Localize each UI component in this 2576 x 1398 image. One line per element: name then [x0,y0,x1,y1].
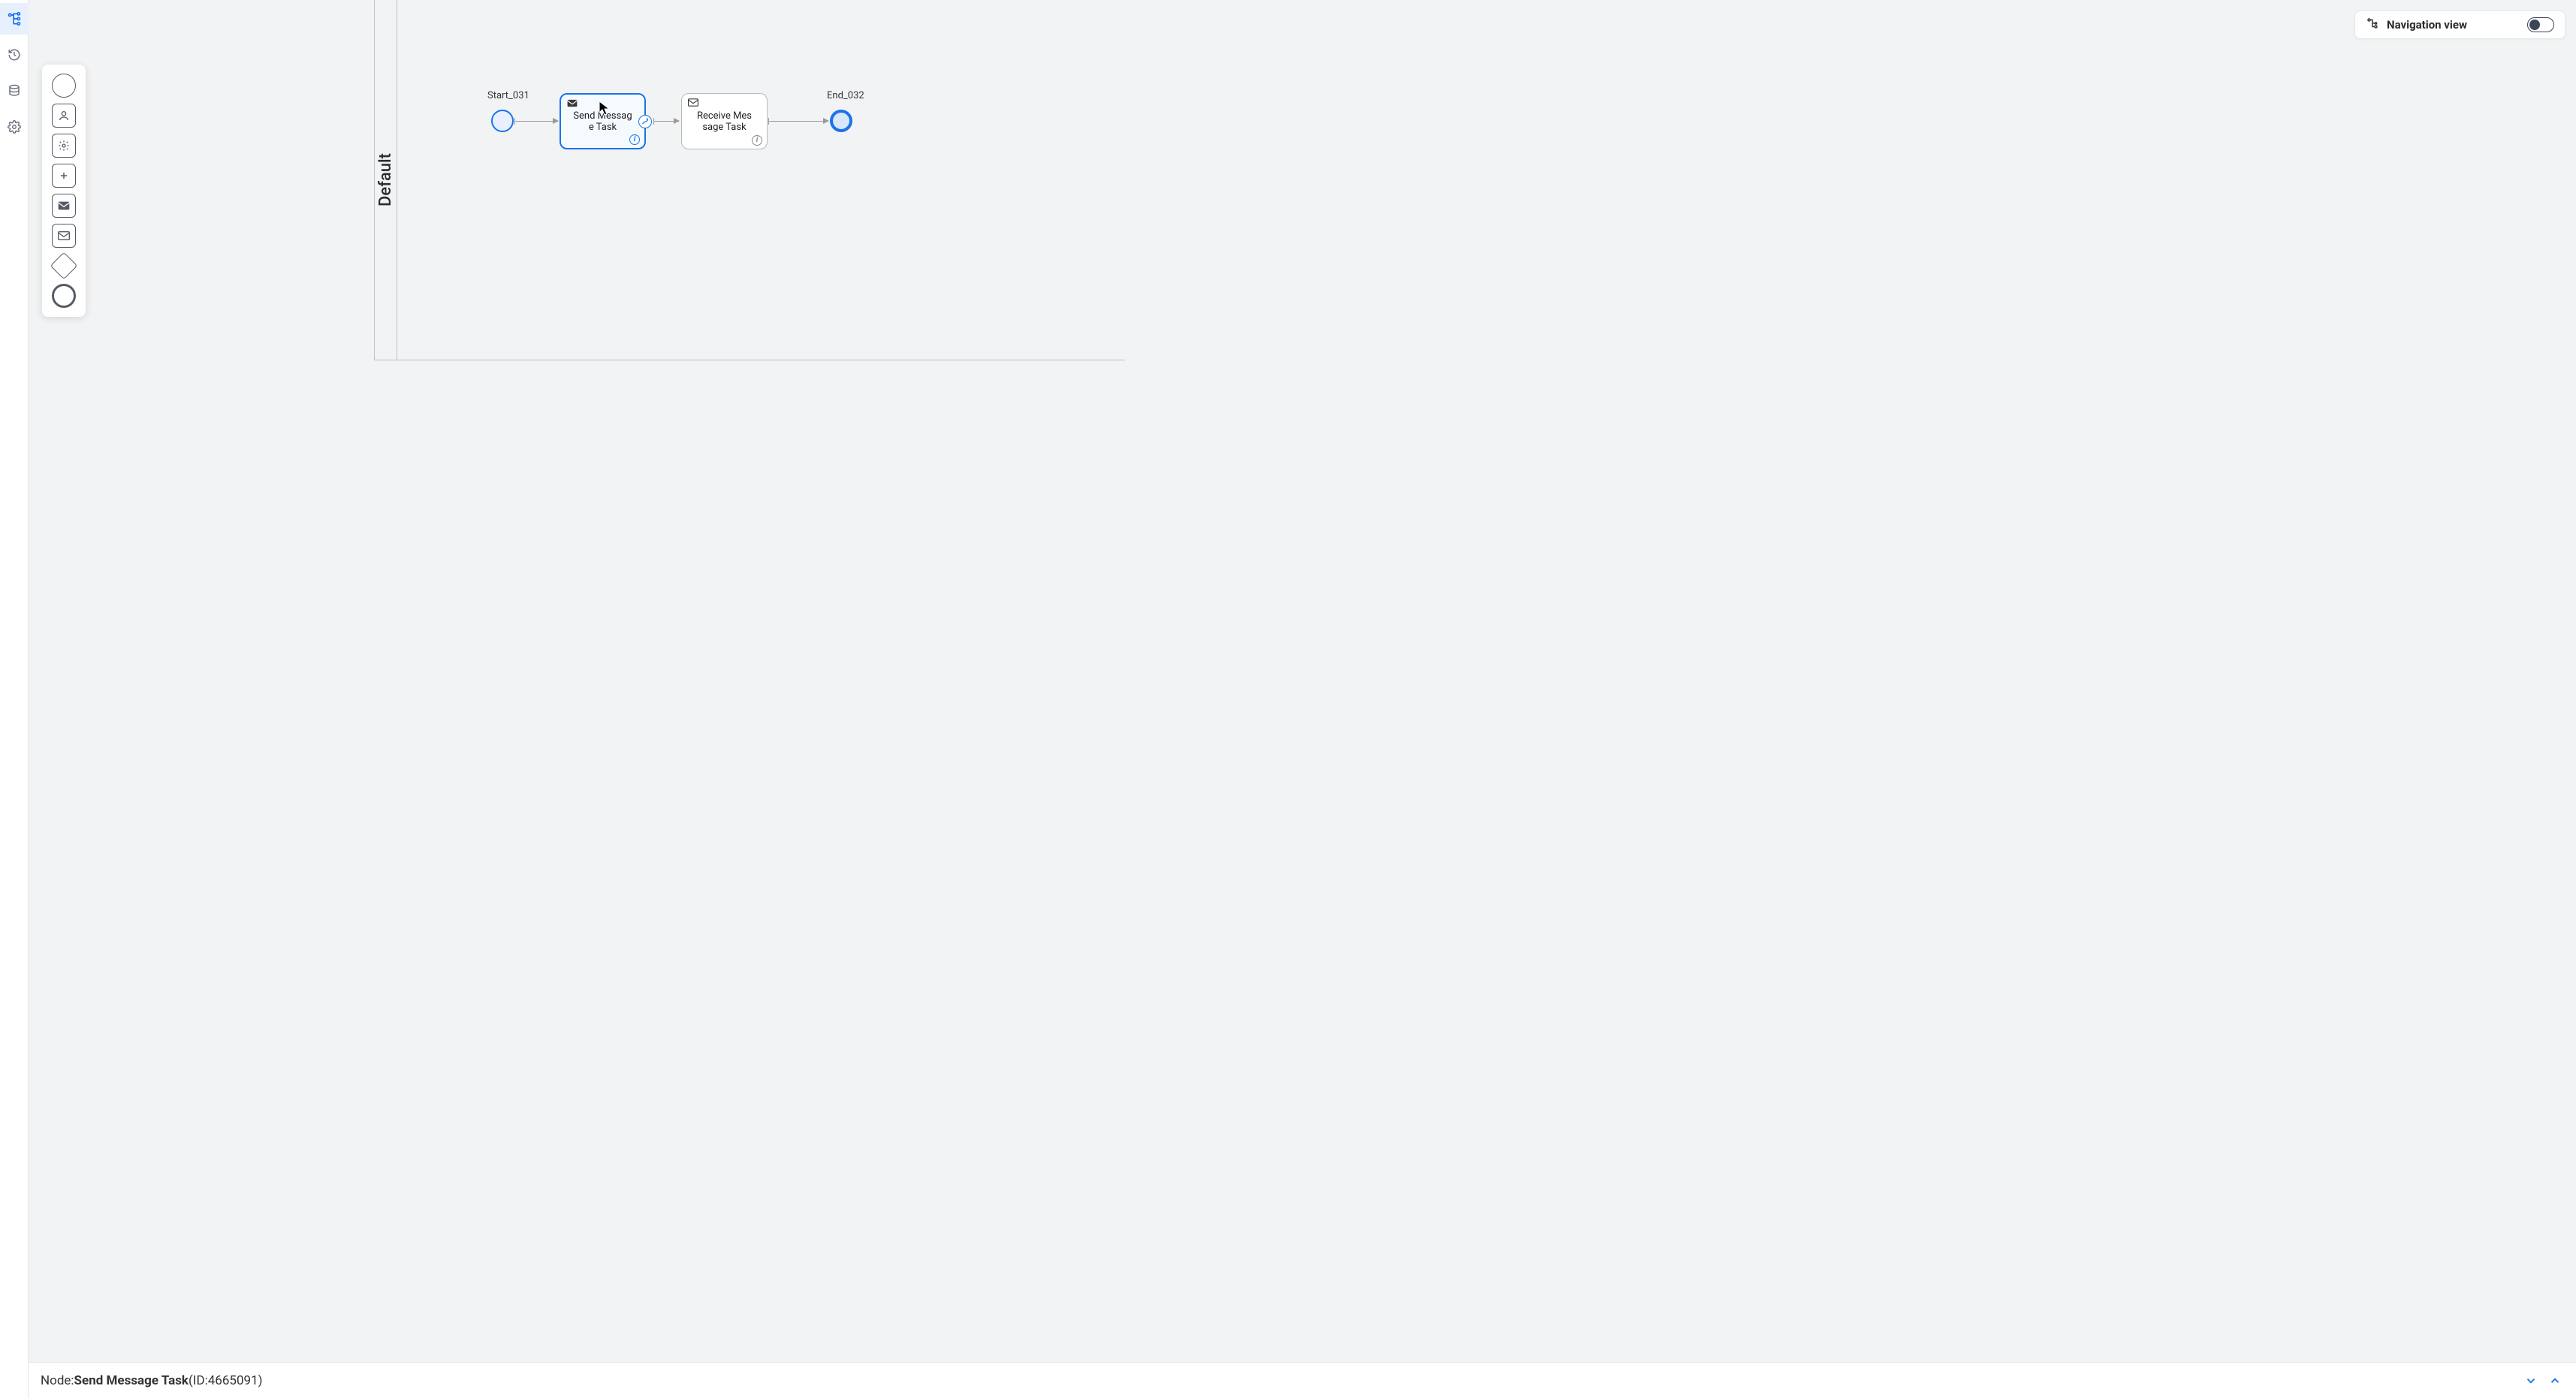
navigation-view-label: Navigation view [2387,18,2467,32]
settings-icon[interactable] [0,111,29,143]
sequence-flow[interactable] [653,121,679,122]
collapse-panel-button[interactable] [2522,1372,2540,1390]
lane-body[interactable]: Start_031 Send Messag e Task i [397,0,1125,360]
expand-panel-button[interactable] [2546,1372,2564,1390]
navigation-icon [2366,17,2379,33]
lane-label[interactable]: Default [375,0,397,360]
mail-filled-icon [567,99,578,110]
left-nav-rail [0,0,29,1398]
bpmn-pool[interactable]: Default Start_031 Send Messag e Task i [374,0,1125,360]
navigation-view-toggle[interactable] [2527,17,2554,32]
navigation-view-panel: Navigation view [2354,11,2565,39]
diagram-canvas[interactable]: Default Start_031 Send Messag e Task i [29,0,2576,1362]
status-id-prefix: (ID: [189,1373,208,1388]
status-id-suffix: ) [258,1373,263,1388]
send-message-task[interactable]: Send Messag e Task i [560,93,646,149]
info-icon[interactable]: i [752,135,762,146]
info-icon[interactable]: i [629,134,640,145]
start-event-label: Start_031 [487,90,529,101]
lane-name-text: Default [376,153,395,206]
mail-outline-icon [688,98,698,110]
send-task-label: Send Messag e Task [573,110,632,133]
sequence-flow[interactable] [768,121,828,122]
database-icon[interactable] [0,75,29,107]
start-event[interactable] [491,110,514,132]
status-bar: Node: Send Message Task (ID: 4665091 ) [29,1362,2576,1398]
sequence-flow-handle-icon[interactable] [638,115,652,128]
receive-message-task[interactable]: Receive Mes sage Task i [681,93,768,149]
status-node-name: Send Message Task [74,1373,189,1388]
end-event-label: End_032 [827,90,864,101]
sequence-flow[interactable] [514,121,558,122]
status-node-id: 4665091 [208,1373,258,1388]
end-event[interactable] [830,110,852,132]
toggle-knob [2529,20,2540,30]
process-nav-icon[interactable] [0,3,29,35]
history-icon[interactable] [0,39,29,71]
status-node-prefix: Node: [41,1373,74,1388]
receive-task-label: Receive Mes sage Task [697,110,752,133]
